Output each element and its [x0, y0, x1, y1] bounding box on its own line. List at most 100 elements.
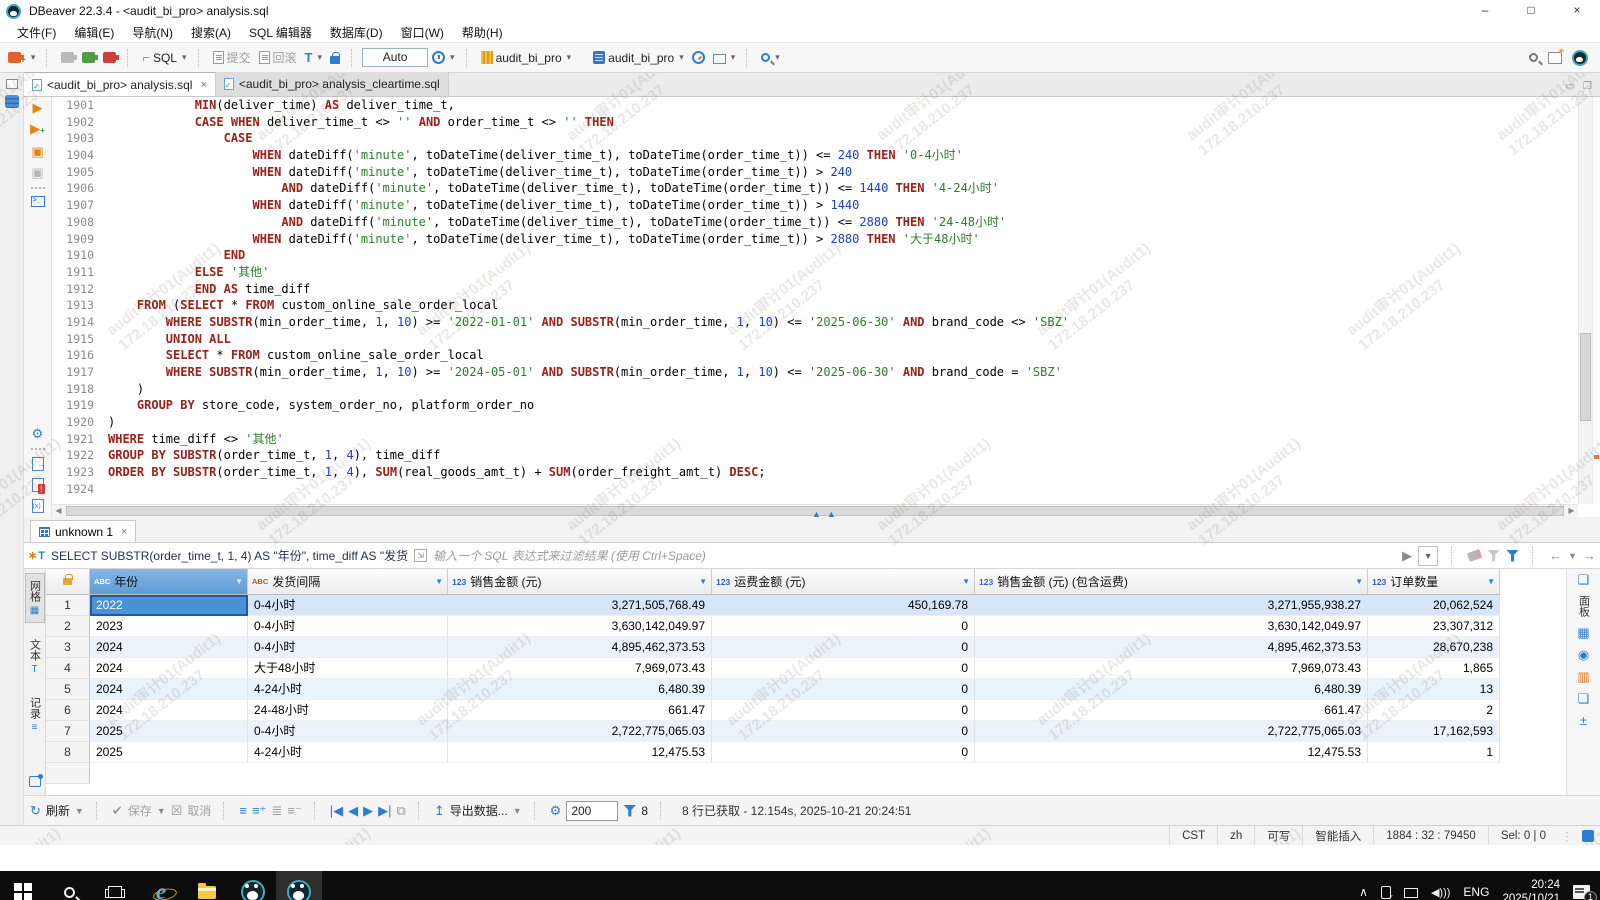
refresh-dropdown-icon[interactable]: ▼: [75, 806, 84, 816]
column-filter-dropdown-icon[interactable]: ▼: [1487, 577, 1495, 586]
table-cell[interactable]: 0: [712, 721, 975, 742]
expand-filter-icon[interactable]: ⇲: [414, 549, 427, 562]
open-perspective-icon[interactable]: [1548, 52, 1562, 64]
table-cell[interactable]: 1,865: [1368, 658, 1500, 679]
tx-history-button[interactable]: [428, 48, 459, 67]
row-number[interactable]: 1: [46, 595, 90, 616]
output-button[interactable]: [709, 49, 740, 67]
refresh-button[interactable]: 刷新: [46, 802, 70, 819]
menu-item-4[interactable]: SQL 编辑器: [240, 22, 321, 43]
fetch-size-input[interactable]: 200: [566, 801, 618, 821]
editor-vertical-scrollbar[interactable]: [1578, 97, 1592, 504]
table-cell[interactable]: 4-24小时: [248, 742, 448, 763]
panel-settings-icon[interactable]: ❑: [1578, 573, 1590, 586]
variables-icon[interactable]: [32, 499, 44, 513]
table-cell[interactable]: 2,722,775,065.03: [975, 721, 1368, 742]
table-cell[interactable]: 2: [1368, 700, 1500, 721]
column-header-0[interactable]: ABC年份▼: [90, 569, 248, 595]
row-number[interactable]: 4: [46, 658, 90, 679]
table-cell[interactable]: 12,475.53: [448, 742, 712, 763]
execute-statement-icon[interactable]: ▶: [33, 101, 43, 115]
file-explorer-button[interactable]: [184, 871, 230, 900]
custom-filter-icon[interactable]: [1487, 550, 1500, 562]
grid-corner-cell[interactable]: [46, 569, 90, 595]
nav-dropdown-icon[interactable]: ▼: [1568, 551, 1577, 561]
export-dropdown-icon[interactable]: ▼: [513, 806, 522, 816]
table-cell[interactable]: 2022: [90, 595, 248, 616]
settings-gear-icon[interactable]: ⚙: [32, 427, 44, 441]
export-script-icon[interactable]: [32, 457, 44, 471]
table-cell[interactable]: 2024: [90, 658, 248, 679]
restore-panel-icon[interactable]: [6, 79, 18, 89]
column-filter-dropdown-icon[interactable]: ▼: [1355, 577, 1363, 586]
dbeaver-head-icon[interactable]: [1572, 50, 1588, 66]
commit-mode-select[interactable]: Auto: [362, 48, 428, 67]
code-area[interactable]: 1901 MIN(deliver_time) AS deliver_time_t…: [52, 97, 1578, 504]
edit-row-icon[interactable]: ≡: [239, 803, 247, 818]
nav-back-icon[interactable]: ←: [1549, 548, 1562, 563]
results-tab[interactable]: unknown 1 ×: [30, 520, 136, 542]
apply-filter-icon[interactable]: ▶: [1402, 548, 1412, 564]
row-number[interactable]: 5: [46, 679, 90, 700]
table-cell[interactable]: 0-4小时: [248, 616, 448, 637]
table-cell[interactable]: 450,169.78: [712, 595, 975, 616]
status-segment-3[interactable]: 智能插入: [1302, 826, 1373, 845]
table-cell[interactable]: 661.47: [448, 700, 712, 721]
dashboard-button[interactable]: [688, 48, 709, 67]
tab-close-icon[interactable]: ×: [200, 79, 206, 91]
new-connection-button[interactable]: +: [4, 46, 39, 69]
table-cell[interactable]: 1: [1368, 742, 1500, 763]
result-view-tab-2[interactable]: 记录≡: [26, 691, 44, 739]
column-header-5[interactable]: 123订单数量▼: [1368, 569, 1500, 595]
status-segment-4[interactable]: 1884 : 32 : 79450: [1373, 826, 1488, 845]
menu-item-0[interactable]: 文件(F): [8, 22, 65, 43]
database-navigator-icon[interactable]: [5, 95, 19, 108]
table-cell[interactable]: 6,480.39: [975, 679, 1368, 700]
metadata-panel-icon[interactable]: ▥: [1577, 670, 1589, 683]
save-dropdown-icon[interactable]: ▼: [157, 806, 166, 816]
last-row-icon[interactable]: ▶|: [378, 803, 391, 819]
quick-search-icon[interactable]: [1529, 53, 1538, 62]
row-number[interactable]: 6: [46, 700, 90, 721]
speaker-icon[interactable]: ◀))): [1431, 886, 1450, 899]
export-button[interactable]: 导出数据...: [450, 802, 508, 819]
row-number[interactable]: 2: [46, 616, 90, 637]
menu-item-7[interactable]: 帮助(H): [453, 22, 512, 43]
next-row-icon[interactable]: ▶: [363, 803, 373, 819]
start-button[interactable]: [0, 871, 46, 900]
grouping-panel-icon[interactable]: ◉: [1578, 648, 1589, 661]
table-cell[interactable]: 4-24小时: [248, 679, 448, 700]
action-center-icon[interactable]: 1: [1573, 885, 1590, 899]
error-log-icon[interactable]: [32, 478, 44, 492]
table-cell[interactable]: 0: [712, 700, 975, 721]
execute-script-icon[interactable]: ▣: [31, 145, 43, 159]
table-cell[interactable]: 0: [712, 742, 975, 763]
table-cell[interactable]: 4,895,462,373.53: [448, 637, 712, 658]
taskbar-search-button[interactable]: [46, 871, 92, 900]
table-cell[interactable]: 0-4小时: [248, 595, 448, 616]
taskbar-clock[interactable]: 20:242025/10/21: [1502, 878, 1560, 900]
toolbar-search-button[interactable]: [757, 49, 784, 66]
column-header-4[interactable]: 123销售金额 (元) (包含运费)▼: [975, 569, 1368, 595]
table-cell[interactable]: 3,271,955,938.27: [975, 595, 1368, 616]
table-cell[interactable]: 0-4小时: [248, 637, 448, 658]
sash-maximize-icon[interactable]: ▲▲: [812, 509, 836, 519]
duplicate-row-icon[interactable]: ≣: [271, 803, 282, 819]
column-filter-dropdown-icon[interactable]: ▼: [962, 577, 970, 586]
prev-row-icon[interactable]: ◀: [348, 803, 358, 819]
table-cell[interactable]: 0-4小时: [248, 721, 448, 742]
filter-history-dropdown[interactable]: ▼: [1418, 546, 1438, 566]
dbeaver-taskbar-button-2[interactable]: [276, 871, 322, 900]
autocommit-lock-button[interactable]: [326, 49, 344, 67]
menu-item-2[interactable]: 导航(N): [123, 22, 182, 43]
first-row-icon[interactable]: |◀: [330, 803, 343, 819]
editor-tab-0[interactable]: <audit_bi_pro> analysis.sql×: [24, 72, 216, 96]
dbeaver-taskbar-button-1[interactable]: [230, 871, 276, 900]
table-cell[interactable]: 7,969,073.43: [448, 658, 712, 679]
close-icon[interactable]: ×: [1554, 0, 1600, 22]
table-cell[interactable]: 17,162,593: [1368, 721, 1500, 742]
menu-item-5[interactable]: 数据库(D): [321, 22, 392, 43]
rollback-button[interactable]: 回滚: [255, 46, 301, 69]
result-view-tab-0[interactable]: 网格▦: [25, 573, 45, 623]
cancel-button[interactable]: 取消: [187, 802, 211, 819]
